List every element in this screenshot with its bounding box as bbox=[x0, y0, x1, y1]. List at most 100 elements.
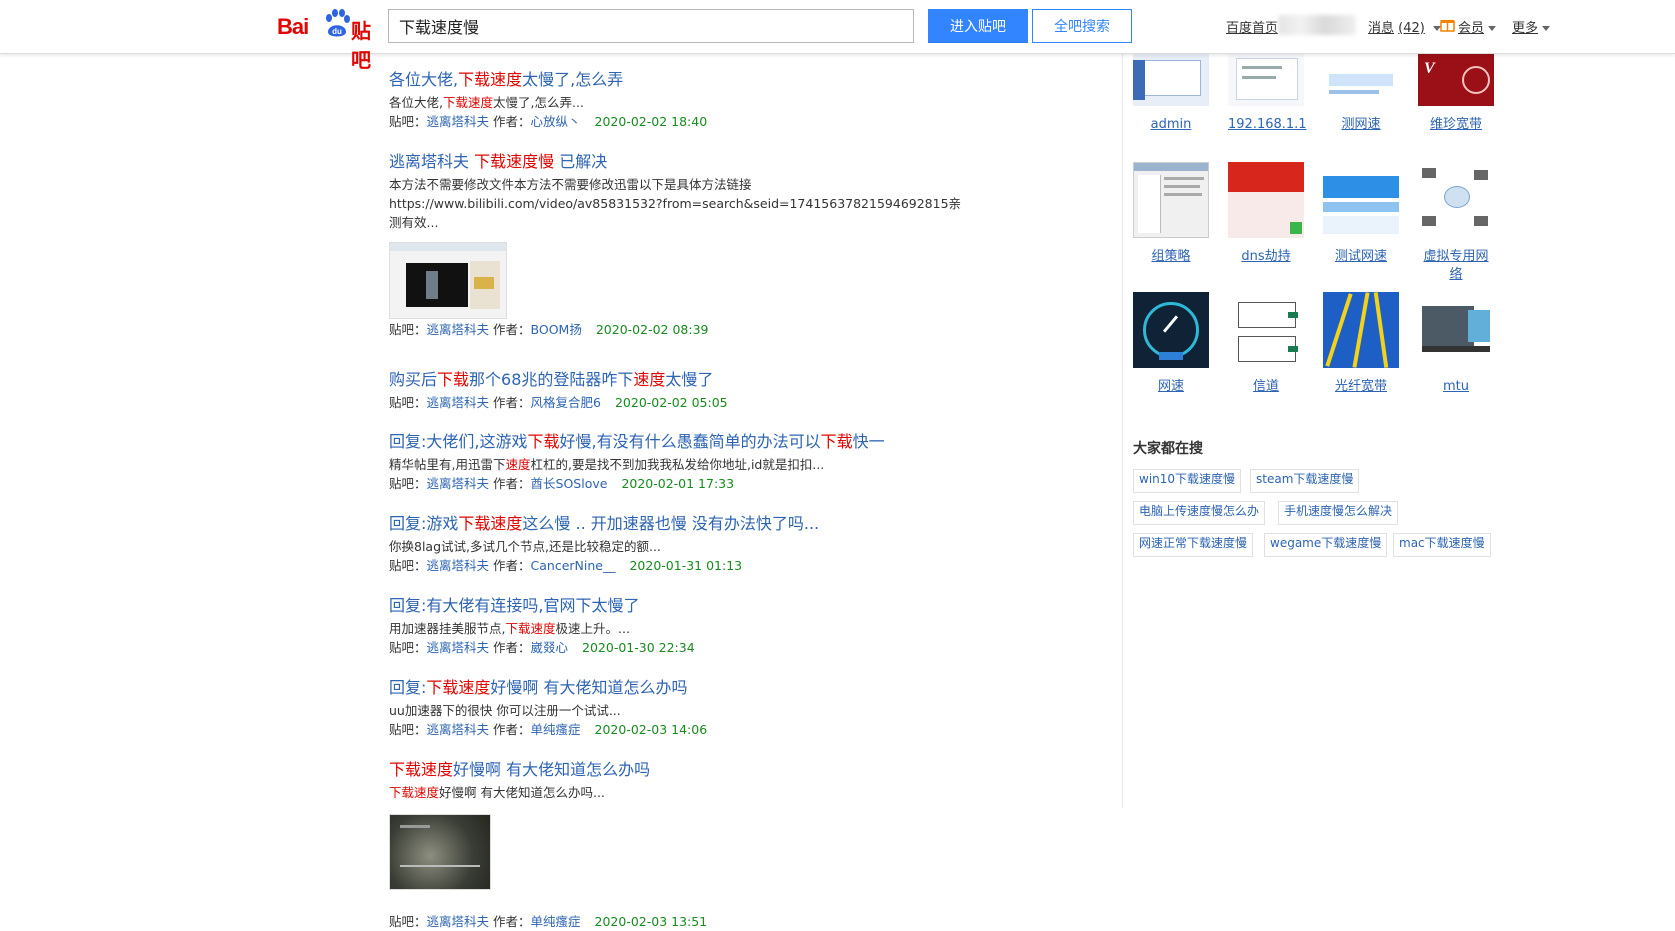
author-link[interactable]: BOOM扬 bbox=[531, 322, 582, 337]
bar-link[interactable]: 逃离塔科夫 bbox=[427, 395, 490, 410]
image-label[interactable]: 测试网速 bbox=[1323, 248, 1399, 266]
chevron-down-icon bbox=[1488, 26, 1497, 31]
result-title-link[interactable]: 购买后下载那个68兆的登陆器咋下速度太慢了 bbox=[389, 370, 929, 390]
image-label[interactable]: 192.168.1.1 bbox=[1228, 116, 1307, 134]
baidu-home-link[interactable]: 百度首页 bbox=[1226, 17, 1278, 36]
image-label[interactable]: 虚拟专用网络 bbox=[1418, 248, 1494, 284]
result-thumbnail-screenshot[interactable] bbox=[389, 242, 507, 319]
result-abstract-text: 好慢啊 有大佬知道怎么办吗... bbox=[439, 785, 605, 800]
post-date: 2020-02-01 17:33 bbox=[621, 476, 735, 491]
bar-link[interactable]: 逃离塔科夫 bbox=[427, 640, 490, 655]
image-item[interactable]: 网速 bbox=[1133, 292, 1209, 396]
keyword-highlight: 下载速度 bbox=[389, 785, 440, 800]
bar-link[interactable]: 逃离塔科夫 bbox=[427, 476, 490, 491]
image-item[interactable]: 虚拟专用网络 bbox=[1418, 162, 1494, 284]
image-label[interactable]: dns劫持 bbox=[1228, 248, 1304, 266]
bar-link[interactable]: 逃离塔科夫 bbox=[427, 322, 490, 337]
author-link[interactable]: 单纯瘙症 bbox=[531, 722, 581, 737]
image-item[interactable]: 组策略 bbox=[1133, 162, 1209, 266]
author-link[interactable]: 酋长SOSlove bbox=[531, 476, 608, 491]
hot-search-tag[interactable]: steam下载速度慢 bbox=[1250, 469, 1360, 493]
result-title-text: 回复:游戏 bbox=[389, 514, 459, 533]
hot-search-tag[interactable]: 手机速度慢怎么解决 bbox=[1278, 501, 1399, 525]
hot-search-tag[interactable]: wegame下载速度慢 bbox=[1264, 533, 1388, 557]
result-abstract: uu加速器下的很快 你可以注册一个试试... bbox=[389, 701, 929, 720]
hot-search-title: 大家都在搜 bbox=[1133, 441, 1203, 457]
baidu-tieba-logo[interactable]: Bai du 贴吧 bbox=[277, 8, 381, 72]
bar-link[interactable]: 逃离塔科夫 bbox=[427, 114, 490, 129]
post-date: 2020-02-02 08:39 bbox=[595, 322, 709, 337]
result-title-text: 太慢了,怎么弄 bbox=[522, 70, 624, 89]
enter-bar-button[interactable]: 进入贴吧 bbox=[928, 9, 1028, 43]
vip-menu[interactable]: 会员 bbox=[1458, 17, 1497, 36]
result-abstract-line: https://www.bilibili.com/video/av8583153… bbox=[389, 194, 961, 213]
result-title-link[interactable]: 逃离塔科夫 下载速度慢 已解决 bbox=[389, 152, 929, 172]
result-title-link[interactable]: 回复:下载速度好慢啊 有大佬知道怎么办吗 bbox=[389, 678, 929, 698]
image-item[interactable]: 信道 bbox=[1228, 292, 1304, 396]
more-menu[interactable]: 更多 bbox=[1512, 17, 1551, 36]
image-item[interactable]: 测试网速 bbox=[1323, 162, 1399, 266]
result-title-link[interactable]: 回复:大佬们,这游戏下载好慢,有没有什么愚蠢简单的办法可以下载快一 bbox=[389, 432, 929, 452]
image-network-speed bbox=[1133, 292, 1209, 368]
result-item: 回复:大佬们,这游戏下载好慢,有没有什么愚蠢简单的办法可以下载快一 精华帖里有,用… bbox=[389, 432, 929, 493]
result-abstract-line: 精华帖里有,用迅雷下速度杠杠的,要是找不到加我我私发给你地址,id就是扣扣... bbox=[389, 455, 929, 474]
logo-tieba: 贴吧 bbox=[351, 19, 371, 72]
result-abstract: 各位大佬,下载速度太慢了,怎么弄... bbox=[389, 93, 929, 112]
result-meta: 贴吧：逃离塔科夫 作者：心放纵丶 2020-02-02 18:40 bbox=[389, 112, 929, 131]
image-item[interactable]: dns劫持 bbox=[1228, 162, 1304, 266]
image-label[interactable]: 信道 bbox=[1228, 378, 1304, 396]
image-label[interactable]: 维珍宽带 bbox=[1418, 116, 1494, 134]
result-abstract-line: 测有效... bbox=[389, 213, 929, 232]
bar-link[interactable]: 逃离塔科夫 bbox=[427, 558, 490, 573]
image-label[interactable]: admin bbox=[1133, 116, 1209, 134]
image-dns-hijack bbox=[1228, 162, 1304, 238]
image-label[interactable]: 测网速 bbox=[1323, 116, 1399, 134]
post-date: 2020-02-03 13:51 bbox=[594, 914, 708, 929]
result-thumbnail-photo[interactable] bbox=[389, 814, 491, 890]
hot-search-tag[interactable]: 网速正常下载速度慢 bbox=[1133, 533, 1254, 557]
image-label[interactable]: 网速 bbox=[1133, 378, 1209, 396]
result-title-text: 逃离塔科夫 bbox=[389, 152, 475, 171]
global-search-button[interactable]: 全吧搜索 bbox=[1032, 9, 1132, 43]
result-title-link[interactable]: 回复:游戏下载速度这么慢 .. 开加速器也慢 没有办法快了吗... bbox=[389, 514, 929, 534]
search-input[interactable] bbox=[388, 9, 914, 43]
keyword-highlight: 下载 bbox=[437, 370, 470, 389]
result-title-text: 这么慢 .. 开加速器也慢 没有办法快了吗... bbox=[522, 514, 820, 533]
image-label[interactable]: mtu bbox=[1418, 378, 1494, 396]
author-link[interactable]: 心放纵丶 bbox=[531, 114, 581, 129]
messages-menu[interactable]: 消息 (42) bbox=[1368, 17, 1441, 36]
hot-search-tag[interactable]: mac下载速度慢 bbox=[1393, 533, 1491, 557]
image-label[interactable]: 光纤宽带 bbox=[1323, 378, 1399, 396]
result-title-text: 已解决 bbox=[554, 152, 608, 171]
logo-du: du bbox=[332, 27, 342, 36]
bar-link[interactable]: 逃离塔科夫 bbox=[427, 914, 490, 929]
author-link[interactable]: CancerNine__ bbox=[531, 558, 616, 573]
author-label: 作者： bbox=[489, 914, 531, 929]
result-title-text: 回复: bbox=[389, 678, 427, 697]
bar-link[interactable]: 逃离塔科夫 bbox=[427, 722, 490, 737]
image-item[interactable]: mtu bbox=[1418, 292, 1494, 396]
keyword-highlight: 下载速度 bbox=[505, 621, 556, 636]
keyword-highlight: 下载 bbox=[527, 432, 560, 451]
author-link[interactable]: 崴叕心 bbox=[531, 640, 569, 655]
author-label: 作者： bbox=[489, 640, 531, 655]
author-link[interactable]: 风格复合肥6 bbox=[531, 395, 601, 410]
username-blurred[interactable] bbox=[1278, 15, 1356, 35]
author-link[interactable]: 单纯瘙症 bbox=[531, 914, 581, 929]
bar-label: 贴吧： bbox=[389, 558, 427, 573]
author-label: 作者： bbox=[489, 114, 531, 129]
result-title-link[interactable]: 各位大佬,下载速度太慢了,怎么弄 bbox=[389, 70, 929, 90]
result-meta: 贴吧：逃离塔科夫 作者：风格复合肥6 2020-02-02 05:05 bbox=[389, 393, 929, 412]
hot-search-tag[interactable]: 电脑上传速度慢怎么办 bbox=[1133, 501, 1266, 525]
vip-label: 会员 bbox=[1458, 21, 1485, 36]
result-abstract-line: 下载速度好慢啊 有大佬知道怎么办吗... bbox=[389, 783, 929, 802]
image-item[interactable]: 光纤宽带 bbox=[1323, 292, 1399, 396]
image-label[interactable]: 组策略 bbox=[1133, 248, 1209, 266]
result-title-link[interactable]: 下载速度好慢啊 有大佬知道怎么办吗 bbox=[389, 760, 929, 780]
author-label: 作者： bbox=[489, 722, 531, 737]
result-title-link[interactable]: 回复:有大佬有连接吗,官网下太慢了 bbox=[389, 596, 929, 616]
post-date: 2020-01-31 01:13 bbox=[629, 558, 743, 573]
hot-search-tag[interactable]: win10下载速度慢 bbox=[1133, 469, 1242, 493]
author-label: 作者： bbox=[489, 558, 531, 573]
result-item: 回复:有大佬有连接吗,官网下太慢了 用加速器挂美服节点,下载速度极速上升。... 贴… bbox=[389, 596, 929, 657]
